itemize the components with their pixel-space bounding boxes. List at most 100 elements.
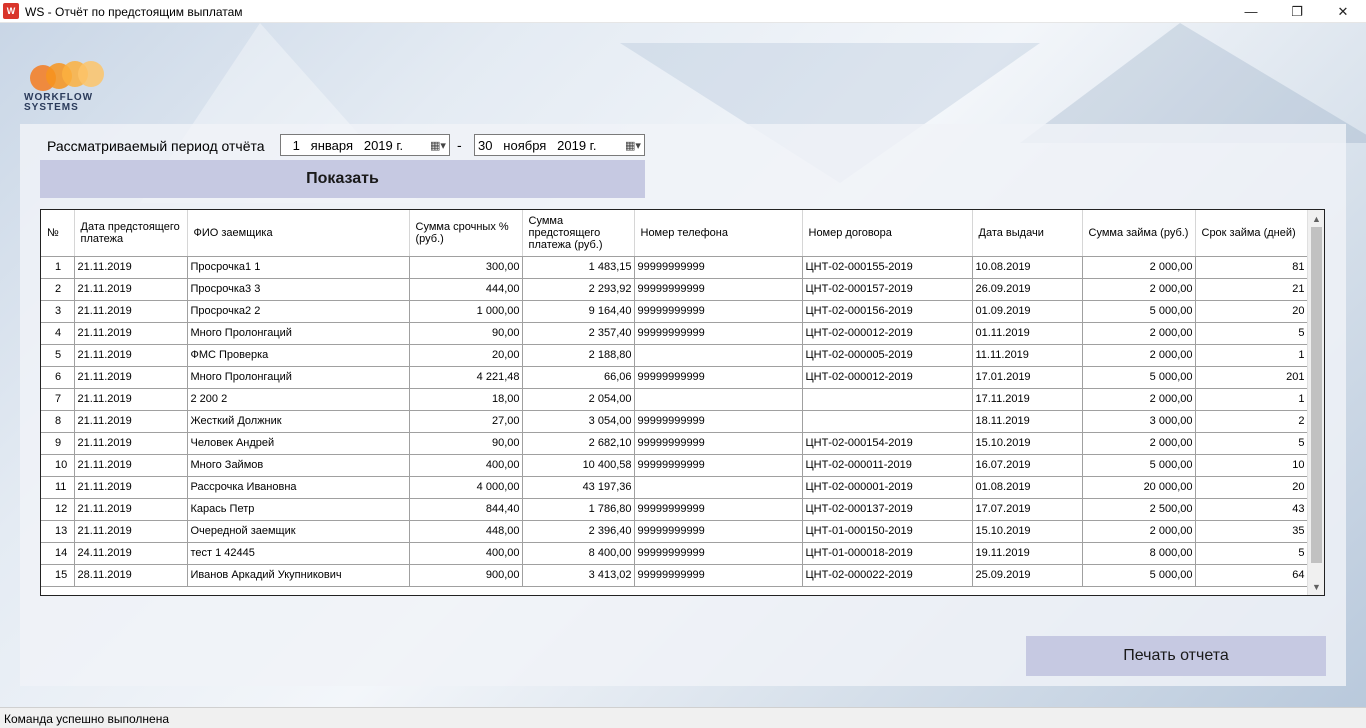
cell-interest-sum[interactable]: 27,00 (409, 410, 523, 433)
cell-interest-sum[interactable]: 300,00 (409, 256, 523, 279)
cell-contract[interactable] (802, 388, 973, 411)
cell-interest-sum[interactable]: 90,00 (409, 432, 523, 455)
cell-phone[interactable] (634, 344, 803, 367)
cell-contract[interactable]: ЦНТ-02-000155-2019 (802, 256, 973, 279)
cell-number[interactable]: 10 (41, 454, 75, 477)
cell-loan-term[interactable]: 1 (1195, 388, 1308, 411)
cell-loan-sum[interactable]: 5 000,00 (1082, 564, 1196, 587)
cell-payment-date[interactable]: 21.11.2019 (74, 432, 188, 455)
cell-loan-term[interactable]: 81 (1195, 256, 1308, 279)
calendar-dropdown-icon[interactable]: ▦▾ (427, 135, 449, 155)
cell-phone[interactable]: 99999999999 (634, 300, 803, 323)
cell-issue-date[interactable]: 25.09.2019 (972, 564, 1083, 587)
cell-number[interactable]: 15 (41, 564, 75, 587)
cell-phone[interactable]: 99999999999 (634, 542, 803, 565)
cell-payment-date[interactable]: 21.11.2019 (74, 410, 188, 433)
cell-interest-sum[interactable]: 900,00 (409, 564, 523, 587)
cell-loan-term[interactable]: 10 (1195, 454, 1308, 477)
cell-loan-sum[interactable]: 5 000,00 (1082, 366, 1196, 389)
cell-phone[interactable] (634, 388, 803, 411)
table-row[interactable]: 9 21.11.2019 Человек Андрей 90,00 2 682,10 99… (41, 432, 1308, 455)
cell-loan-sum[interactable]: 20 000,00 (1082, 476, 1196, 499)
table-row[interactable]: 3 21.11.2019 Просрочка2 21 000,00 9 164,40 9… (41, 300, 1308, 323)
cell-interest-sum[interactable]: 18,00 (409, 388, 523, 411)
cell-borrower[interactable]: Много Пролонгаций (187, 366, 410, 389)
cell-borrower[interactable]: Карась Петр (187, 498, 410, 521)
cell-phone[interactable] (634, 476, 803, 499)
cell-number[interactable]: 8 (41, 410, 75, 433)
cell-payment-sum[interactable]: 9 164,40 (522, 300, 635, 323)
cell-payment-date[interactable]: 28.11.2019 (74, 564, 188, 587)
table-row[interactable]: 10 21.11.2019 Много Займов 400,00 10 400,58 9… (41, 454, 1308, 477)
cell-borrower[interactable]: Человек Андрей (187, 432, 410, 455)
col-header-borrower[interactable]: ФИО заемщика (187, 210, 410, 257)
cell-payment-sum[interactable]: 8 400,00 (522, 542, 635, 565)
cell-payment-date[interactable]: 21.11.2019 (74, 454, 188, 477)
cell-loan-term[interactable]: 20 (1195, 476, 1308, 499)
cell-issue-date[interactable]: 26.09.2019 (972, 278, 1083, 301)
cell-phone[interactable]: 99999999999 (634, 520, 803, 543)
cell-interest-sum[interactable]: 4 000,00 (409, 476, 523, 499)
cell-issue-date[interactable]: 17.11.2019 (972, 388, 1083, 411)
cell-borrower[interactable]: Рассрочка Ивановна (187, 476, 410, 499)
cell-loan-term[interactable]: 2 (1195, 410, 1308, 433)
cell-number[interactable]: 6 (41, 366, 75, 389)
cell-loan-term[interactable]: 1 (1195, 344, 1308, 367)
col-header-payment-date[interactable]: Дата предстоящего платежа (74, 210, 188, 257)
cell-payment-date[interactable]: 21.11.2019 (74, 366, 188, 389)
cell-issue-date[interactable]: 01.09.2019 (972, 300, 1083, 323)
cell-payment-date[interactable]: 21.11.2019 (74, 498, 188, 521)
cell-issue-date[interactable]: 16.07.2019 (972, 454, 1083, 477)
cell-number[interactable]: 13 (41, 520, 75, 543)
print-report-button[interactable]: Печать отчета (1026, 636, 1326, 676)
col-header-issue-date[interactable]: Дата выдачи (972, 210, 1083, 257)
cell-interest-sum[interactable]: 844,40 (409, 498, 523, 521)
cell-contract[interactable]: ЦНТ-02-000012-2019 (802, 366, 973, 389)
cell-payment-sum[interactable]: 2 396,40 (522, 520, 635, 543)
cell-interest-sum[interactable]: 444,00 (409, 278, 523, 301)
cell-contract[interactable]: ЦНТ-01-000018-2019 (802, 542, 973, 565)
cell-payment-sum[interactable]: 2 293,92 (522, 278, 635, 301)
cell-issue-date[interactable]: 17.07.2019 (972, 498, 1083, 521)
cell-loan-sum[interactable]: 5 000,00 (1082, 454, 1196, 477)
cell-number[interactable]: 14 (41, 542, 75, 565)
maximize-button[interactable]: ❐ (1274, 0, 1320, 23)
cell-payment-sum[interactable]: 2 357,40 (522, 322, 635, 345)
cell-loan-sum[interactable]: 8 000,00 (1082, 542, 1196, 565)
cell-payment-date[interactable]: 24.11.2019 (74, 542, 188, 565)
cell-payment-date[interactable]: 21.11.2019 (74, 322, 188, 345)
cell-contract[interactable]: ЦНТ-02-000154-2019 (802, 432, 973, 455)
cell-interest-sum[interactable]: 1 000,00 (409, 300, 523, 323)
cell-interest-sum[interactable]: 90,00 (409, 322, 523, 345)
cell-borrower[interactable]: Очередной заемщик (187, 520, 410, 543)
cell-loan-term[interactable]: 64 (1195, 564, 1308, 587)
cell-loan-sum[interactable]: 2 000,00 (1082, 344, 1196, 367)
table-row[interactable]: 6 21.11.2019 Много Пролонгаций 4 221,48 66,0… (41, 366, 1308, 389)
table-row[interactable]: 8 21.11.2019 Жесткий Должник 27,00 3 054,00 9… (41, 410, 1308, 433)
cell-contract[interactable]: ЦНТ-02-000011-2019 (802, 454, 973, 477)
col-header-interest-sum[interactable]: Сумма срочных % (руб.) (409, 210, 523, 257)
cell-phone[interactable]: 99999999999 (634, 366, 803, 389)
cell-interest-sum[interactable]: 448,00 (409, 520, 523, 543)
date-from-picker[interactable]: 1 января 2019 г. ▦▾ (280, 134, 450, 156)
cell-issue-date[interactable]: 15.10.2019 (972, 520, 1083, 543)
cell-contract[interactable]: ЦНТ-01-000150-2019 (802, 520, 973, 543)
calendar-dropdown-icon[interactable]: ▦▾ (622, 135, 644, 155)
cell-issue-date[interactable]: 10.08.2019 (972, 256, 1083, 279)
table-row[interactable]: 4 21.11.2019 Много Пролонгаций 90,00 2 357,4… (41, 322, 1308, 345)
cell-payment-date[interactable]: 21.11.2019 (74, 278, 188, 301)
cell-payment-sum[interactable]: 1 483,15 (522, 256, 635, 279)
cell-interest-sum[interactable]: 400,00 (409, 454, 523, 477)
cell-borrower[interactable]: ФМС Проверка (187, 344, 410, 367)
cell-borrower[interactable]: Много Пролонгаций (187, 322, 410, 345)
table-row[interactable]: 13 21.11.2019 Очередной заемщик 448,00 2 396… (41, 520, 1308, 543)
cell-interest-sum[interactable]: 4 221,48 (409, 366, 523, 389)
date-to-picker[interactable]: 30 ноября 2019 г. ▦▾ (474, 134, 645, 156)
cell-loan-sum[interactable]: 2 000,00 (1082, 432, 1196, 455)
cell-payment-date[interactable]: 21.11.2019 (74, 344, 188, 367)
col-header-phone[interactable]: Номер телефона (634, 210, 803, 257)
cell-phone[interactable]: 99999999999 (634, 498, 803, 521)
cell-loan-term[interactable]: 5 (1195, 432, 1308, 455)
cell-issue-date[interactable]: 18.11.2019 (972, 410, 1083, 433)
cell-number[interactable]: 5 (41, 344, 75, 367)
